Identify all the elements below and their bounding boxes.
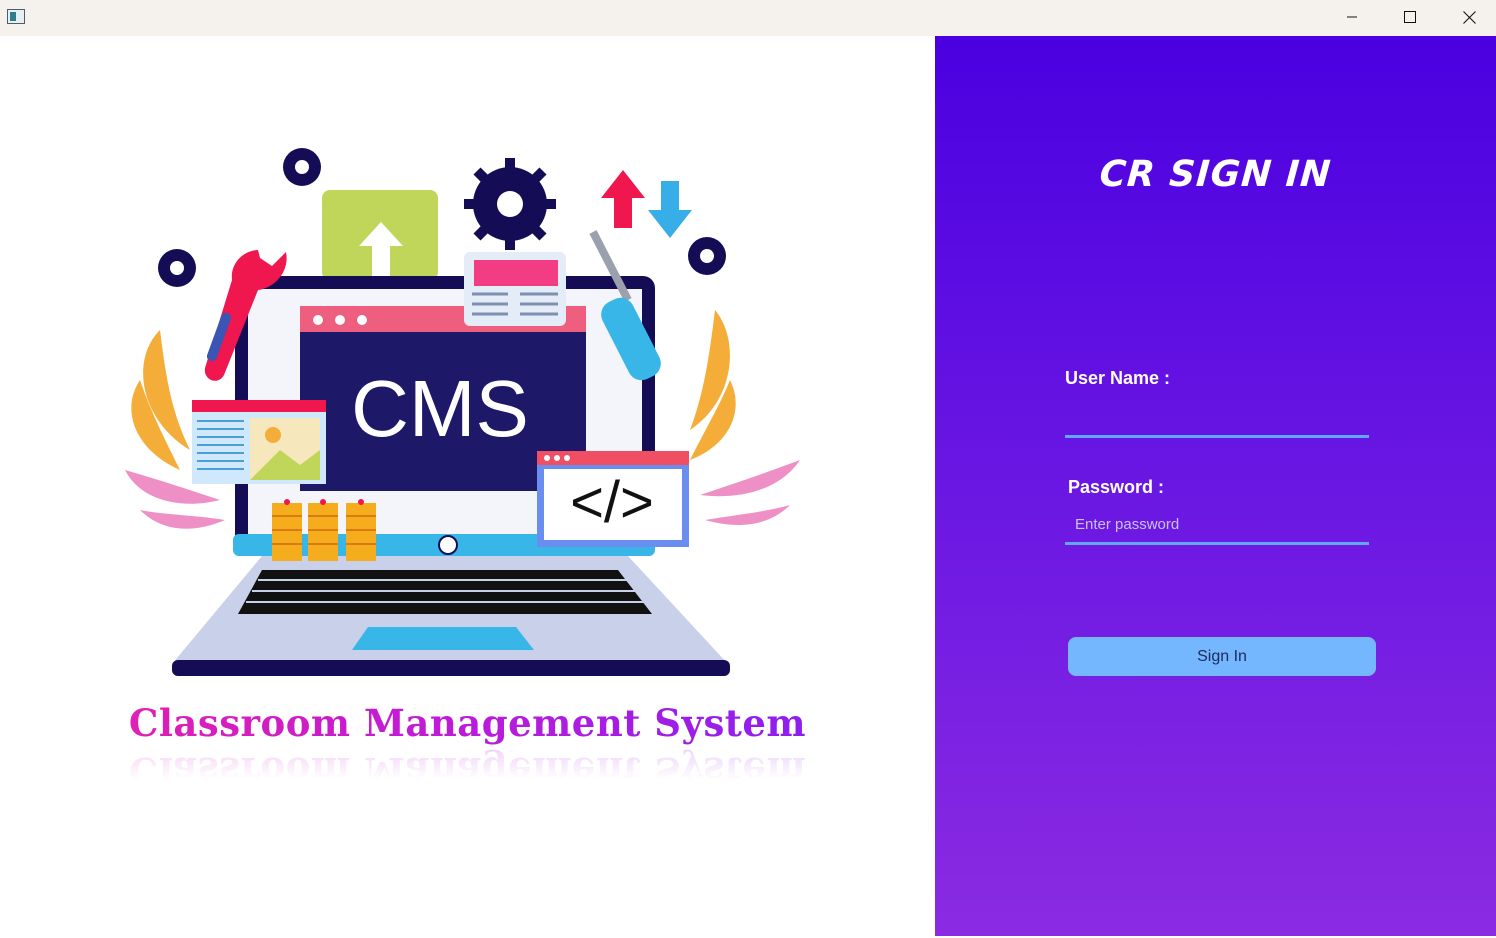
- article-card-icon: [464, 252, 566, 326]
- cms-screen-text: CMS: [351, 364, 529, 453]
- code-symbol-text: </>: [570, 470, 654, 535]
- leaf-decoration-right: [690, 310, 800, 525]
- minimize-icon: [1347, 16, 1357, 18]
- upload-folder-icon: [322, 190, 438, 280]
- coin-stack-icon: [272, 499, 376, 561]
- maximize-icon: [1404, 11, 1416, 23]
- code-window-icon: </>: [537, 451, 689, 547]
- login-window: CMS </> Classroom Management System Clas…: [0, 0, 1496, 938]
- brand-title-wrap: Classroom Management System Classroom Ma…: [0, 701, 935, 793]
- username-field[interactable]: [1065, 400, 1369, 438]
- password-label: Password :: [1068, 477, 1165, 497]
- password-field[interactable]: [1065, 507, 1369, 545]
- maximize-button[interactable]: [1381, 0, 1439, 34]
- sync-arrows-icon: [601, 170, 692, 238]
- brand-title-reflection-text: Classroom Management System: [128, 749, 807, 793]
- username-label: User Name :: [1065, 368, 1171, 388]
- window-app-icon: [7, 9, 25, 24]
- illustration-pane: CMS </> Classroom Management System Clas…: [0, 36, 935, 936]
- signin-button[interactable]: Sign In: [1068, 637, 1376, 676]
- minimize-button[interactable]: [1323, 0, 1381, 34]
- close-icon: [1462, 10, 1476, 24]
- brand-title: Classroom Management System: [128, 701, 807, 745]
- signin-pane: CR SIGN IN User Name : Password : Sign I…: [935, 36, 1496, 936]
- close-button[interactable]: [1440, 0, 1496, 34]
- cms-illustration: CMS </>: [125, 148, 800, 676]
- brand-title-reflection: Classroom Management System: [0, 749, 935, 793]
- title-bar: [0, 0, 1496, 36]
- image-window-icon: [192, 400, 326, 484]
- signin-title: CR SIGN IN: [1098, 154, 1333, 195]
